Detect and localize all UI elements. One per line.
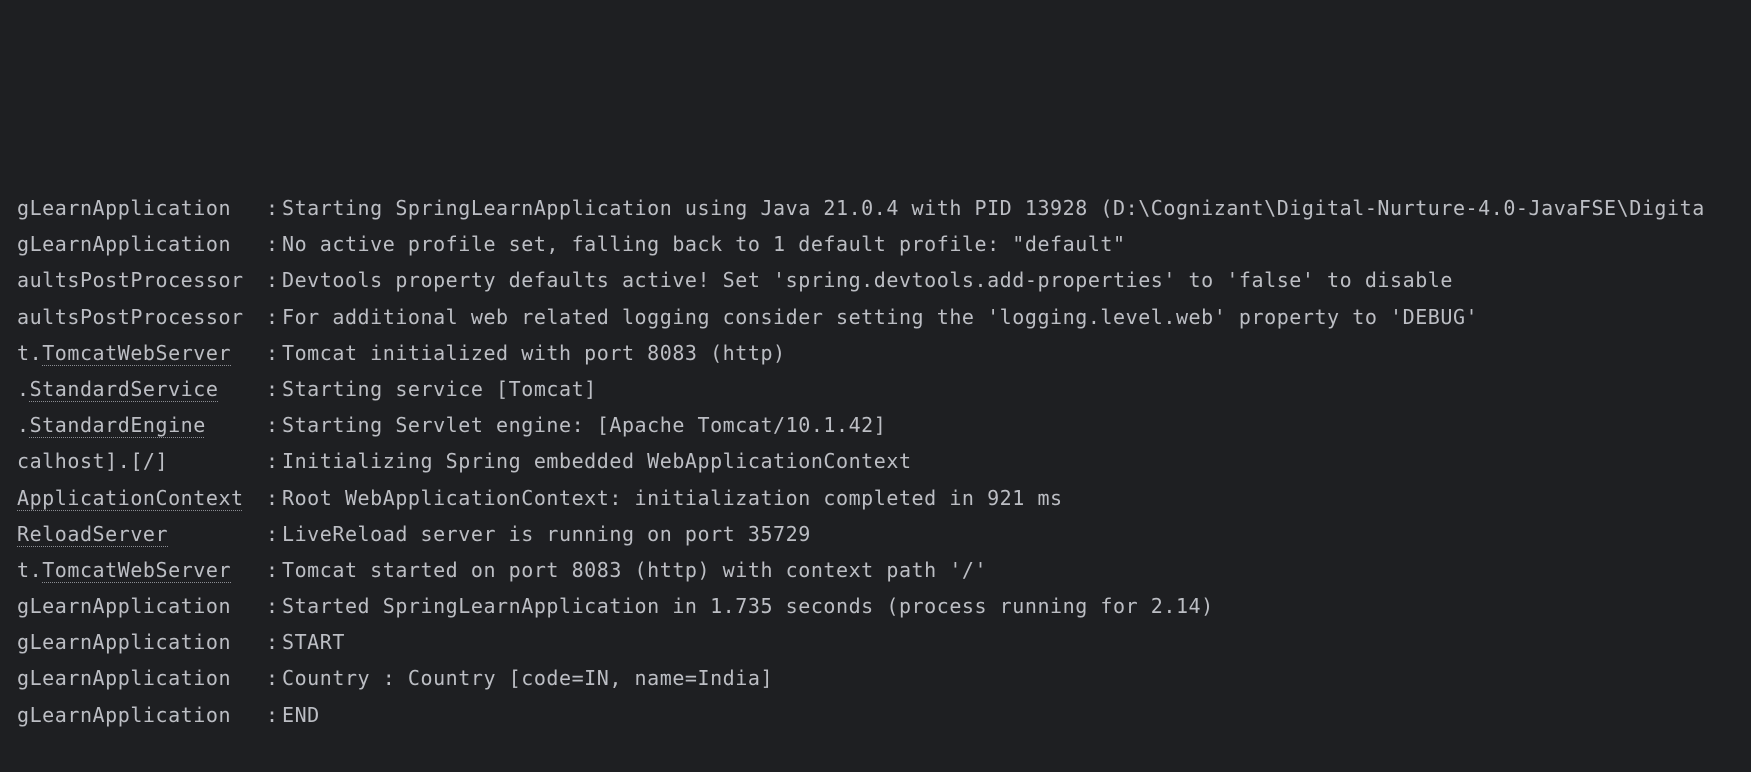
logger-prefix: calhost].[/] <box>17 449 169 474</box>
logger-name: aultsPostProcessor <box>17 262 258 298</box>
logger-name: gLearnApplication <box>17 588 258 624</box>
log-separator: : <box>266 376 279 401</box>
logger-name: .StandardService <box>17 371 258 407</box>
log-message: Started SpringLearnApplication in 1.735 … <box>282 594 1214 619</box>
log-message: END <box>282 702 320 727</box>
log-message: LiveReload server is running on port 357… <box>282 521 811 546</box>
logger-prefix: gLearnApplication <box>17 666 232 691</box>
console-output[interactable]: gLearnApplication: Starting SpringLearnAp… <box>0 0 1751 772</box>
logger-prefix: aultsPostProcessor <box>17 304 244 329</box>
logger-name: t.TomcatWebServer <box>17 335 258 371</box>
log-line: t.TomcatWebServer: Tomcat initialized wit… <box>17 335 1751 371</box>
log-separator: : <box>266 521 279 546</box>
logger-name: ApplicationContext <box>17 480 258 516</box>
log-line: aultsPostProcessor: For additional web re… <box>17 299 1751 335</box>
log-line: calhost].[/]: Initializing Spring embedde… <box>17 443 1751 479</box>
log-line: gLearnApplication: Country : Country [cod… <box>17 660 1751 696</box>
logger-class-link[interactable]: ApplicationContext <box>17 486 244 510</box>
logger-prefix: . <box>17 413 30 438</box>
log-lines: gLearnApplication: Starting SpringLearnAp… <box>17 190 1751 733</box>
logger-class-link[interactable]: ReloadServer <box>17 522 168 546</box>
logger-name: ReloadServer <box>17 516 258 552</box>
logger-class-link[interactable]: StandardEngine <box>30 413 206 437</box>
log-separator: : <box>266 666 279 691</box>
log-message: Initializing Spring embedded WebApplicat… <box>282 449 912 474</box>
log-separator: : <box>266 702 279 727</box>
log-line: gLearnApplication: No active profile set,… <box>17 226 1751 262</box>
log-message: Tomcat initialized with port 8083 (http) <box>282 340 786 365</box>
log-message: Starting service [Tomcat] <box>282 376 597 401</box>
logger-name: gLearnApplication <box>17 624 258 660</box>
log-separator: : <box>266 304 279 329</box>
log-message: Tomcat started on port 8083 (http) with … <box>282 557 988 582</box>
log-message: Country : Country [code=IN, name=India] <box>282 666 774 691</box>
log-line: aultsPostProcessor: Devtools property def… <box>17 262 1751 298</box>
log-separator: : <box>266 557 279 582</box>
log-separator: : <box>266 485 279 510</box>
log-message: For additional web related logging consi… <box>282 304 1479 329</box>
log-message: START <box>282 630 345 655</box>
log-line: gLearnApplication: START <box>17 624 1751 660</box>
log-separator: : <box>266 268 279 293</box>
logger-name: t.TomcatWebServer <box>17 552 258 588</box>
logger-prefix: gLearnApplication <box>17 702 232 727</box>
logger-prefix: gLearnApplication <box>17 594 232 619</box>
logger-name: gLearnApplication <box>17 226 258 262</box>
log-line: gLearnApplication: Starting SpringLearnAp… <box>17 190 1751 226</box>
log-line: .StandardService: Starting service [Tomca… <box>17 371 1751 407</box>
log-separator: : <box>266 196 279 220</box>
logger-prefix: t. <box>17 340 43 365</box>
logger-name: calhost].[/] <box>17 443 258 479</box>
log-line: t.TomcatWebServer: Tomcat started on port… <box>17 552 1751 588</box>
log-separator: : <box>266 449 279 474</box>
logger-class-link[interactable]: TomcatWebServer <box>42 341 231 365</box>
logger-name: gLearnApplication <box>17 660 258 696</box>
log-message: Root WebApplicationContext: initializati… <box>282 485 1063 510</box>
logger-prefix: gLearnApplication <box>17 630 232 655</box>
logger-name: aultsPostProcessor <box>17 299 258 335</box>
logger-prefix: gLearnApplication <box>17 232 232 257</box>
log-line: ApplicationContext: Root WebApplicationCo… <box>17 480 1751 516</box>
logger-prefix: gLearnApplication <box>17 196 232 220</box>
log-separator: : <box>266 232 279 257</box>
log-separator: : <box>266 413 279 438</box>
log-message: No active profile set, falling back to 1… <box>282 232 1126 257</box>
log-separator: : <box>266 630 279 655</box>
log-line: .StandardEngine: Starting Servlet engine:… <box>17 407 1751 443</box>
log-line: gLearnApplication: END <box>17 697 1751 733</box>
log-line: gLearnApplication: Started SpringLearnApp… <box>17 588 1751 624</box>
log-message: Devtools property defaults active! Set '… <box>282 268 1453 293</box>
log-message: Starting Servlet engine: [Apache Tomcat/… <box>282 413 887 438</box>
log-message: Starting SpringLearnApplication using Ja… <box>282 196 1705 220</box>
logger-name: .StandardEngine <box>17 407 258 443</box>
logger-name: gLearnApplication <box>17 697 258 733</box>
logger-class-link[interactable]: TomcatWebServer <box>42 558 231 582</box>
log-line: ReloadServer: LiveReload server is runnin… <box>17 516 1751 552</box>
logger-prefix: aultsPostProcessor <box>17 268 244 293</box>
logger-class-link[interactable]: StandardService <box>30 377 219 401</box>
logger-name: gLearnApplication <box>17 190 258 226</box>
log-separator: : <box>266 594 279 619</box>
logger-prefix: t. <box>17 557 43 582</box>
logger-prefix: . <box>17 376 30 401</box>
log-separator: : <box>266 340 279 365</box>
